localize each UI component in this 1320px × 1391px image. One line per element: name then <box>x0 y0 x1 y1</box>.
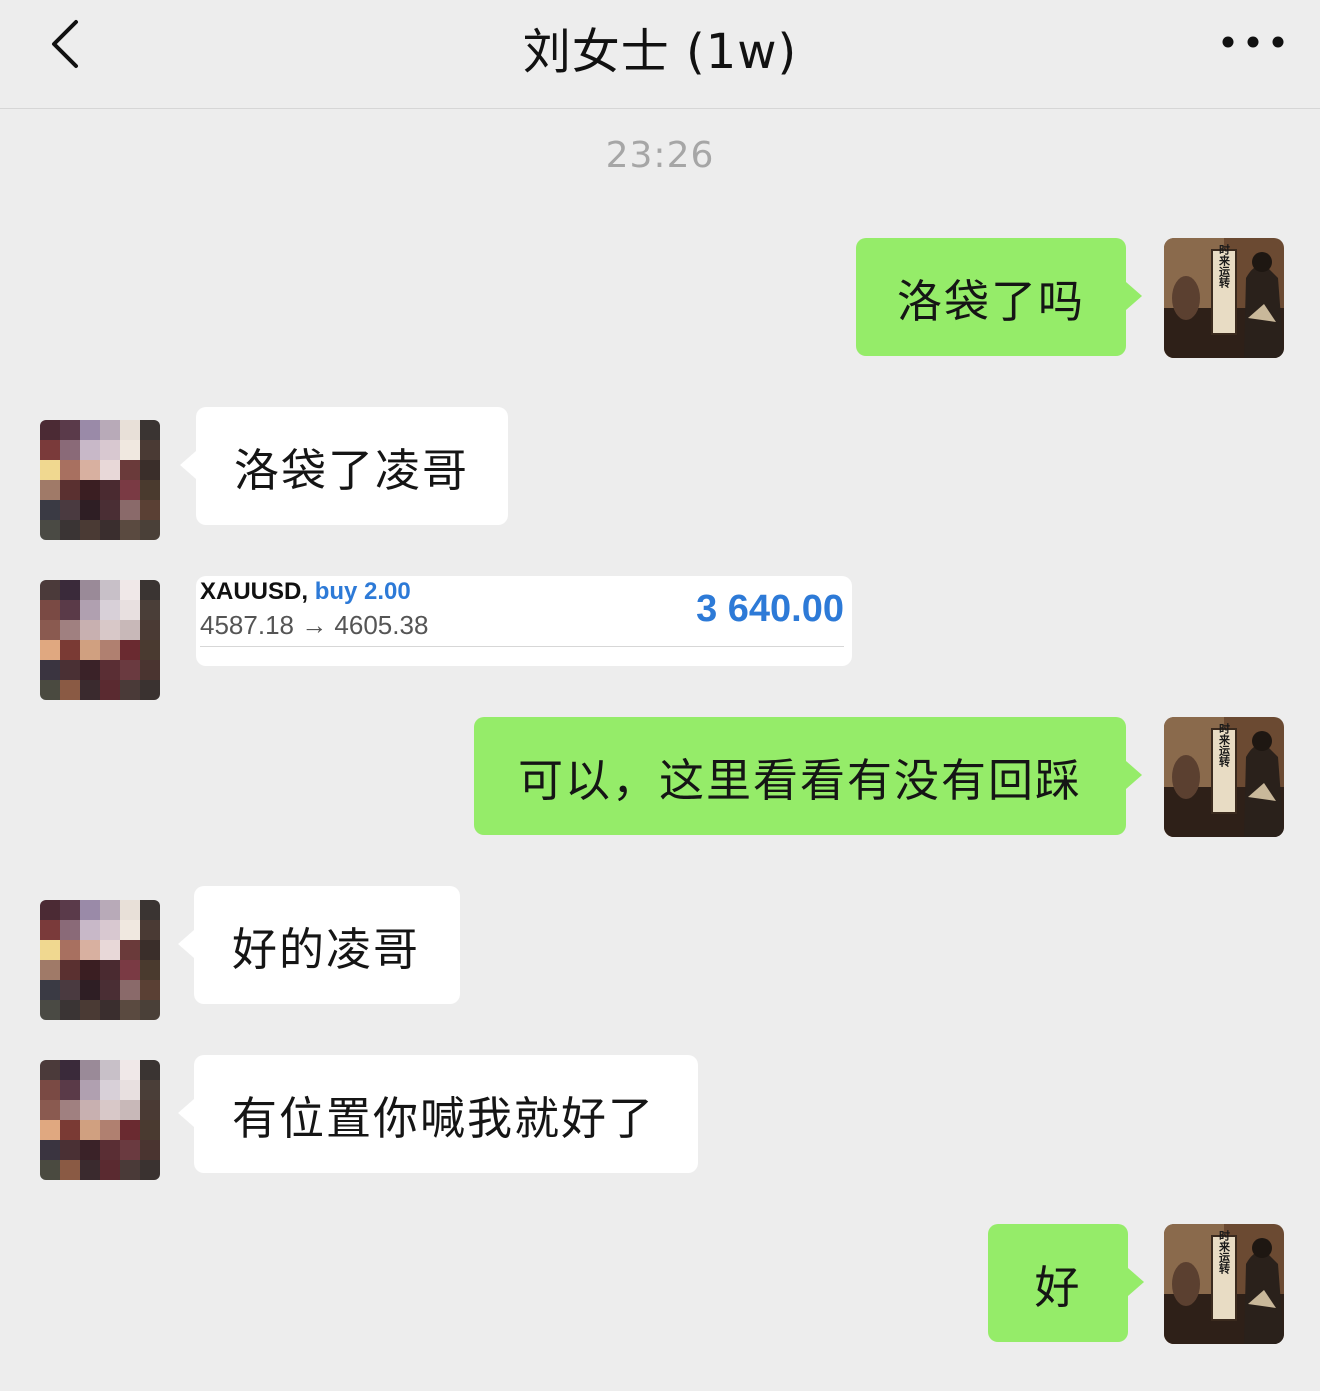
avatar-calligraphy-text: 时来运转 <box>1218 722 1232 768</box>
message-text: 洛袋了吗 <box>896 274 1085 328</box>
message-text: 好的凌哥 <box>232 922 421 976</box>
my-avatar[interactable]: 时来运转 <box>1164 717 1284 837</box>
more-dots-icon[interactable] <box>1218 22 1288 62</box>
chat-header: 刘女士 (1w) <box>0 0 1320 109</box>
contact-message-bubble[interactable]: 好的凌哥 <box>178 886 460 1004</box>
contact-avatar[interactable] <box>40 900 160 1020</box>
message-text: 好 <box>1034 1260 1082 1314</box>
contact-avatar[interactable] <box>40 1060 160 1180</box>
contact-avatar[interactable] <box>40 580 160 700</box>
avatar-calligraphy-text: 时来运转 <box>1218 1229 1232 1275</box>
trade-symbol: XAUUSD, buy 2.00 <box>200 578 411 606</box>
trade-side: buy 2.00 <box>314 578 411 605</box>
avatar-calligraphy-text: 时来运转 <box>1218 243 1232 289</box>
my-avatar[interactable]: 时来运转 <box>1164 1224 1284 1344</box>
trade-prices: 4587.18 → 4605.38 <box>200 610 429 640</box>
my-message-bubble[interactable]: 洛袋了吗 <box>856 238 1142 356</box>
chat-title: 刘女士 (1w) <box>522 24 798 80</box>
trade-screenshot-card[interactable]: XAUUSD, buy 2.00 4587.18 → 4605.38 3 640… <box>196 576 852 666</box>
contact-avatar[interactable] <box>40 420 160 540</box>
message-text: 洛袋了凌哥 <box>234 443 470 497</box>
my-avatar[interactable]: 时来运转 <box>1164 238 1284 358</box>
message-timestamp: 23:26 <box>605 135 715 176</box>
my-message-bubble[interactable]: 可以，这里看看有没有回踩 <box>474 717 1142 835</box>
trade-symbol-text: XAUUSD, <box>200 578 309 605</box>
my-message-bubble[interactable]: 好 <box>988 1224 1144 1342</box>
message-text: 有位置你喊我就好了 <box>232 1091 656 1145</box>
message-text: 可以，这里看看有没有回踩 <box>517 753 1082 807</box>
contact-message-bubble[interactable]: 有位置你喊我就好了 <box>178 1055 698 1173</box>
trade-profit: 3 640.00 <box>696 588 844 630</box>
divider <box>200 646 844 647</box>
contact-message-bubble[interactable]: 洛袋了凌哥 <box>180 407 508 525</box>
